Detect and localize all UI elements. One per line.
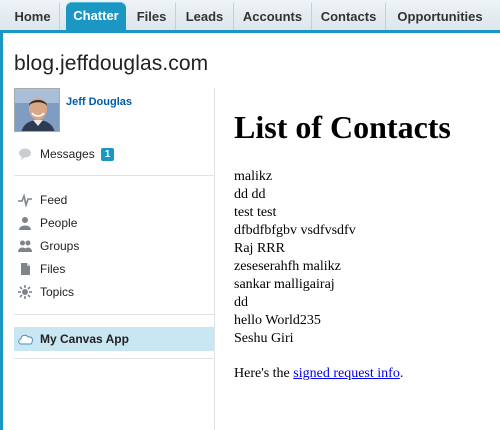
sidebar-item-people[interactable]: People xyxy=(18,215,77,231)
sidebar-item-label: People xyxy=(40,216,78,230)
contact-item: malikz xyxy=(234,169,273,184)
sidebar-item-feed[interactable]: Feed xyxy=(18,192,67,208)
sidebar-item-my-canvas-app[interactable]: My Canvas App xyxy=(14,327,214,351)
divider xyxy=(14,358,214,359)
signed-request-prefix: Here's the xyxy=(234,366,294,381)
sidebar-item-topics[interactable]: Topics xyxy=(18,284,74,300)
divider xyxy=(14,314,214,315)
tab-contacts[interactable]: Contacts xyxy=(312,3,386,30)
speech-bubble-icon xyxy=(19,148,31,160)
sidebar-item-label: Topics xyxy=(40,285,75,299)
tab-home[interactable]: Home xyxy=(6,3,60,30)
contact-item: dd xyxy=(234,295,248,310)
contacts-heading: List of Contacts xyxy=(234,109,451,145)
sidebar-item-label: Groups xyxy=(40,239,80,253)
canvas-app-icon xyxy=(18,334,33,345)
canvas-app-frame: List of Contacts malikz dd dd test test … xyxy=(234,108,494,383)
contact-item: zeseserahfh malikz xyxy=(234,259,341,274)
tab-chatter[interactable]: Chatter xyxy=(66,2,126,30)
tab-opportunities[interactable]: Opportunities xyxy=(386,3,494,30)
tab-bar: Home Chatter Files Leads Accounts Contac… xyxy=(0,0,500,33)
avatar[interactable] xyxy=(14,88,60,132)
people-icon xyxy=(19,217,31,230)
signed-request-line: Here's the signed request info. xyxy=(234,365,494,383)
sidebar-item-label: My Canvas App xyxy=(40,332,129,346)
tab-accounts[interactable]: Accounts xyxy=(234,3,312,30)
tab-files[interactable]: Files xyxy=(128,3,176,30)
messages-count-badge: 1 xyxy=(100,147,115,161)
sidebar-item-label: Files xyxy=(40,262,66,276)
contact-item: Raj RRR xyxy=(234,241,285,256)
contact-item: dfbdfbfgbv vsdfvsdfv xyxy=(234,223,356,238)
topics-icon xyxy=(18,285,32,299)
sidebar-item-files[interactable]: Files xyxy=(18,261,65,277)
contact-item: dd dd xyxy=(234,187,266,202)
divider xyxy=(14,175,214,176)
contact-item: hello World235 xyxy=(234,313,321,328)
tab-leads[interactable]: Leads xyxy=(176,3,234,30)
sidebar-item-label: Feed xyxy=(40,193,68,207)
page-frame-border xyxy=(0,33,3,430)
column-divider xyxy=(214,88,215,430)
messages-link[interactable]: Messages 1 xyxy=(18,146,115,162)
sidebar-item-groups[interactable]: Groups xyxy=(18,238,79,254)
files-icon xyxy=(21,263,30,275)
page-title: blog.jeffdouglas.com xyxy=(14,52,209,75)
contact-item: sankar malligairaj xyxy=(234,277,335,292)
contacts-list: malikz dd dd test test dfbdfbfgbv vsdfvs… xyxy=(234,168,494,348)
feed-icon xyxy=(18,193,32,207)
contact-item: Seshu Giri xyxy=(234,331,294,346)
contact-item: test test xyxy=(234,205,277,220)
signed-request-link[interactable]: signed request info xyxy=(293,366,400,381)
avatar-photo xyxy=(15,89,59,131)
user-name-link[interactable]: Jeff Douglas xyxy=(66,96,132,108)
messages-label: Messages xyxy=(40,147,95,161)
groups-icon xyxy=(18,240,32,252)
signed-request-suffix: . xyxy=(399,366,404,381)
